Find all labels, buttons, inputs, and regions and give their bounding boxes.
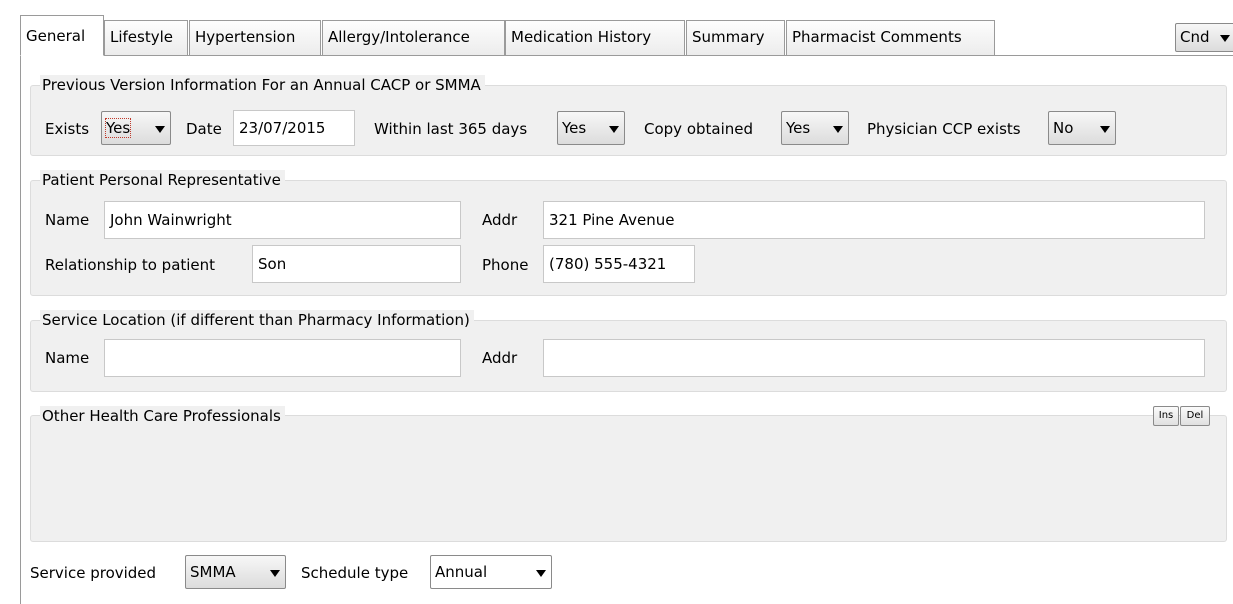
- other-professionals-group: [30, 415, 1227, 542]
- copy-obtained-select[interactable]: Yes: [781, 111, 849, 145]
- other-professionals-title: Other Health Care Professionals: [40, 406, 285, 426]
- dropdown-arrow-icon: [1220, 35, 1230, 42]
- cnd-label: Cnd: [1180, 28, 1210, 46]
- within-365-value: Yes: [562, 119, 587, 137]
- exists-value: Yes: [104, 118, 132, 138]
- service-provided-label: Service provided: [30, 564, 157, 582]
- date-field[interactable]: 23/07/2015: [233, 110, 355, 146]
- tab-medication-history[interactable]: Medication History: [505, 20, 685, 55]
- exists-select[interactable]: Yes: [101, 111, 171, 145]
- schedule-type-label: Schedule type: [301, 564, 409, 582]
- copy-obtained-value: Yes: [786, 119, 811, 137]
- rep-addr-field[interactable]: 321 Pine Avenue: [543, 201, 1205, 239]
- cnd-menu-button[interactable]: Cnd: [1175, 23, 1233, 52]
- chevron-down-icon: [833, 126, 843, 133]
- service-location-title: Service Location (if different than Phar…: [40, 310, 474, 330]
- chevron-down-icon: [155, 126, 165, 133]
- service-name-field[interactable]: [104, 339, 461, 377]
- schedule-type-value: Annual: [435, 563, 488, 581]
- tab-lifestyle[interactable]: Lifestyle: [104, 20, 188, 55]
- rep-name-label: Name: [45, 211, 90, 229]
- representative-title: Patient Personal Representative: [40, 170, 285, 190]
- copy-obtained-label: Copy obtained: [644, 120, 754, 138]
- phone-label: Phone: [482, 256, 529, 274]
- previous-version-title: Previous Version Information For an Annu…: [40, 75, 485, 95]
- rep-name-field[interactable]: John Wainwright: [104, 201, 461, 239]
- tab-general[interactable]: General: [20, 15, 104, 56]
- physician-ccp-value: No: [1053, 119, 1074, 137]
- schedule-type-select[interactable]: Annual: [430, 555, 552, 589]
- insert-button[interactable]: Ins: [1153, 406, 1179, 426]
- chevron-down-icon: [609, 126, 619, 133]
- tab-hypertension[interactable]: Hypertension: [189, 20, 321, 55]
- exists-label: Exists: [45, 120, 90, 138]
- tab-summary[interactable]: Summary: [686, 20, 785, 55]
- service-provided-value: SMMA: [190, 563, 236, 581]
- service-addr-field[interactable]: [543, 339, 1205, 377]
- physician-ccp-select[interactable]: No: [1048, 111, 1116, 145]
- tab-allergy-intolerance[interactable]: Allergy/Intolerance: [322, 20, 505, 55]
- delete-button[interactable]: Del: [1180, 406, 1210, 426]
- relationship-label: Relationship to patient: [45, 256, 216, 274]
- service-provided-select[interactable]: SMMA: [185, 555, 286, 589]
- chevron-down-icon: [270, 570, 280, 577]
- phone-field[interactable]: (780) 555-4321: [543, 245, 695, 283]
- chevron-down-icon: [536, 570, 546, 577]
- rep-addr-label: Addr: [482, 211, 518, 229]
- chevron-down-icon: [1100, 126, 1110, 133]
- date-label: Date: [186, 120, 222, 138]
- service-addr-label: Addr: [482, 349, 518, 367]
- relationship-field[interactable]: Son: [252, 245, 461, 283]
- service-name-label: Name: [45, 349, 90, 367]
- within-365-label: Within last 365 days: [374, 120, 528, 138]
- within-365-select[interactable]: Yes: [557, 111, 625, 145]
- physician-ccp-label: Physician CCP exists: [867, 120, 1021, 138]
- tab-pharmacist-comments[interactable]: Pharmacist Comments: [786, 20, 995, 55]
